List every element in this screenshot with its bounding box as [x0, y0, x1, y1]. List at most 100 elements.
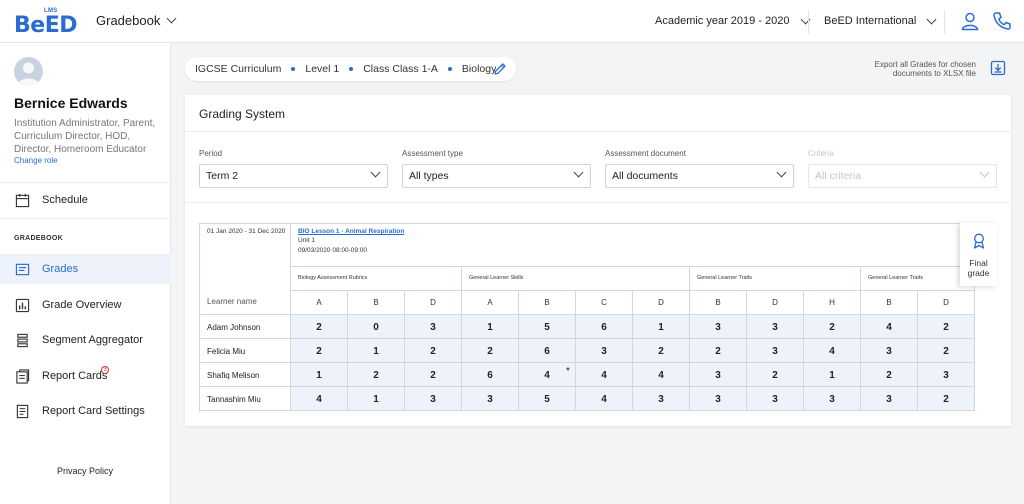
sidebar-item-report-card-settings[interactable]: Report Card Settings	[0, 396, 171, 426]
sidebar-item-grade-overview[interactable]: Grade Overview	[0, 290, 171, 320]
grade-cell[interactable]: 5	[519, 315, 576, 339]
grade-cell[interactable]: 2	[405, 363, 462, 387]
avatar[interactable]	[14, 57, 43, 86]
grade-cell[interactable]: 6	[576, 315, 633, 339]
grade-cell[interactable]: 1	[633, 315, 690, 339]
grade-cell[interactable]: 2	[918, 315, 975, 339]
export-description: Export all Grades for chosen documents t…	[874, 60, 976, 78]
grade-cell[interactable]: 2	[405, 339, 462, 363]
criterion-column-header: B	[690, 291, 747, 315]
criterion-column-header: H	[804, 291, 861, 315]
grade-cell[interactable]: 3	[576, 339, 633, 363]
criterion-column-header: D	[633, 291, 690, 315]
grade-overview-icon	[15, 298, 30, 312]
sidebar-item-grades[interactable]: Grades	[0, 254, 171, 284]
grade-cell[interactable]: 3	[405, 315, 462, 339]
breadcrumb-level[interactable]: Level 1	[305, 63, 339, 75]
grade-cell[interactable]: 3	[747, 315, 804, 339]
final-grade-button[interactable]: Final grade	[960, 223, 997, 286]
grade-cell[interactable]: 4	[633, 363, 690, 387]
criteria-group-header: Biology Assessment Rubrics	[291, 267, 462, 291]
organization-select[interactable]: BeED International	[824, 14, 937, 27]
grade-cell[interactable]: 3	[633, 387, 690, 411]
grade-cell[interactable]: 4	[804, 339, 861, 363]
grade-cell[interactable]: 3	[690, 387, 747, 411]
learner-name-header: Learner name	[200, 267, 291, 315]
grade-cell[interactable]: 3	[690, 363, 747, 387]
grade-cell[interactable]: 3	[861, 339, 918, 363]
period-select[interactable]: Term 2	[199, 164, 388, 188]
grade-cell[interactable]: 3	[462, 387, 519, 411]
assessment-type-select[interactable]: All types	[402, 164, 591, 188]
learner-name: Shafiq Melison	[200, 363, 291, 387]
criteria-select: All criteria	[808, 164, 997, 188]
final-grade-label: Final grade	[967, 258, 990, 278]
beed-logo[interactable]: LMS BeED	[14, 8, 77, 38]
grade-cell[interactable]: 1	[462, 315, 519, 339]
criterion-column-header: C	[576, 291, 633, 315]
grade-cell[interactable]: 3	[747, 387, 804, 411]
organization-label: BeED International	[824, 15, 917, 27]
sidebar-item-report-cards[interactable]: Report Cards	[0, 361, 171, 391]
grade-cell[interactable]: 2	[633, 339, 690, 363]
grade-cell[interactable]: 2	[348, 363, 405, 387]
lesson-title-link[interactable]: BIO Lesson 1 - Animal Respiration	[298, 228, 997, 235]
export-xlsx-icon[interactable]	[990, 60, 1006, 76]
sidebar-item-label: Segment Aggregator	[42, 334, 143, 346]
grade-cell[interactable]: 2	[462, 339, 519, 363]
grade-cell[interactable]: 3	[690, 315, 747, 339]
grade-cell[interactable]: 3	[861, 387, 918, 411]
grade-cell[interactable]: 1	[348, 339, 405, 363]
divider	[185, 131, 1011, 132]
grade-cell[interactable]: 3	[405, 387, 462, 411]
privacy-policy-link[interactable]: Privacy Policy	[57, 466, 113, 476]
grade-cell[interactable]: 3	[747, 339, 804, 363]
assessment-document-select[interactable]: All documents	[605, 164, 794, 188]
grade-cell[interactable]: 2	[918, 339, 975, 363]
academic-year-select[interactable]: Academic year 2019 - 2020	[655, 14, 810, 27]
grade-cell[interactable]: 2	[747, 363, 804, 387]
edit-pencil-icon[interactable]	[493, 62, 507, 76]
grade-cell[interactable]: 1	[348, 387, 405, 411]
phone-icon[interactable]	[992, 11, 1012, 31]
grade-cell[interactable]: 2	[291, 315, 348, 339]
criteria-group-header: General Learner Skills	[462, 267, 690, 291]
grade-cell[interactable]: 6	[462, 363, 519, 387]
grade-cell[interactable]: 2	[918, 387, 975, 411]
chevron-down-icon	[166, 13, 177, 24]
grade-cell[interactable]: 2	[804, 315, 861, 339]
grade-cell[interactable]: 4	[576, 363, 633, 387]
period-label: Period	[199, 149, 223, 158]
grade-cell[interactable]: 2	[690, 339, 747, 363]
grade-cell[interactable]: 2	[291, 339, 348, 363]
grade-cell[interactable]: 6	[519, 339, 576, 363]
sidebar-item-label: Report Card Settings	[42, 405, 145, 417]
change-role-link[interactable]: Change role	[14, 156, 58, 165]
grades-icon	[15, 263, 30, 275]
breadcrumb-curriculum[interactable]: IGCSE Curriculum	[195, 63, 281, 75]
breadcrumb-subject[interactable]: Biology	[462, 63, 496, 75]
app-switcher[interactable]: Gradebook	[96, 13, 177, 28]
period-value: Term 2	[206, 170, 239, 182]
grade-cell[interactable]: 1	[291, 363, 348, 387]
grade-cell[interactable]: 3	[918, 363, 975, 387]
sidebar-item-schedule[interactable]: Schedule	[0, 185, 171, 215]
grade-cell[interactable]: 4	[291, 387, 348, 411]
grade-cell[interactable]: 2	[861, 363, 918, 387]
grade-cell[interactable]: 4	[576, 387, 633, 411]
grade-cell[interactable]: 4	[861, 315, 918, 339]
user-name: Bernice Edwards	[14, 95, 128, 111]
grade-cell[interactable]: 3	[804, 387, 861, 411]
user-icon[interactable]	[960, 11, 980, 31]
criterion-column-header: D	[747, 291, 804, 315]
grade-cell[interactable]: 0	[348, 315, 405, 339]
gradebook-section-label: GRADEBOOK	[14, 235, 63, 242]
criterion-column-header: A	[291, 291, 348, 315]
chevron-down-icon	[573, 167, 584, 178]
breadcrumb-class[interactable]: Class Class 1-A	[363, 63, 438, 75]
sidebar-item-segment-aggregator[interactable]: Segment Aggregator	[0, 325, 171, 355]
grade-cell[interactable]: 5	[519, 387, 576, 411]
chevron-down-icon	[776, 167, 787, 178]
grade-cell[interactable]: 1	[804, 363, 861, 387]
divider	[808, 10, 809, 34]
